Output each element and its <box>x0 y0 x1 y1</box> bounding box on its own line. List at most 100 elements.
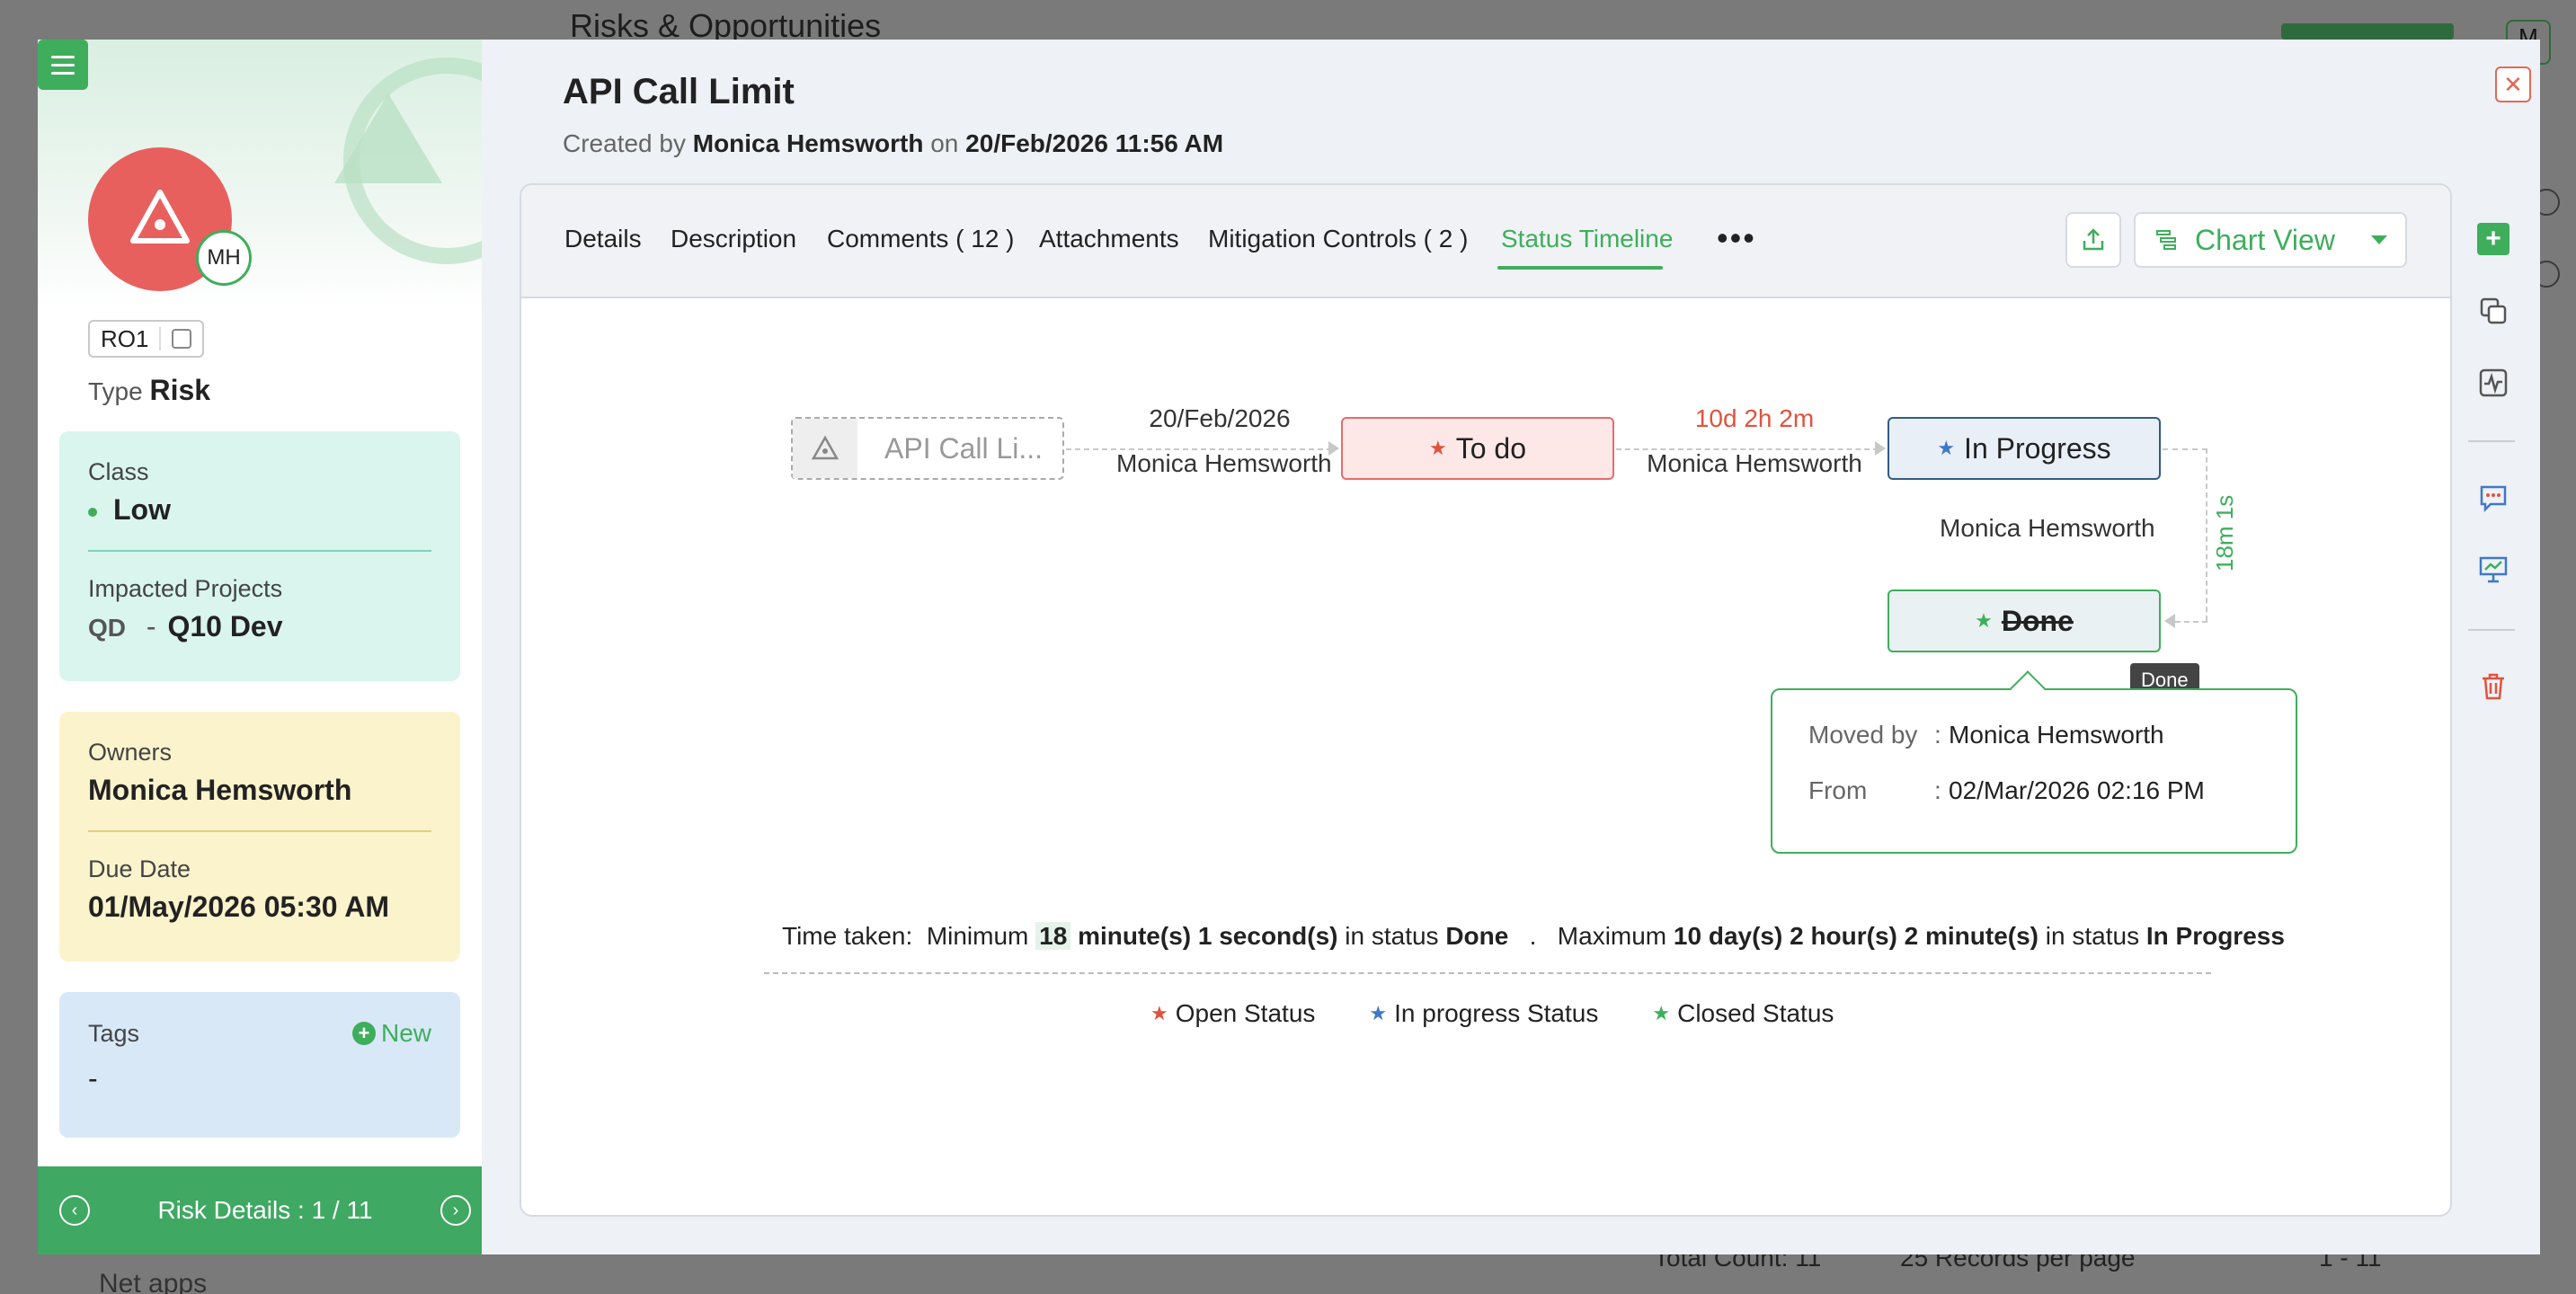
from-row: From : 02/Mar/2026 02:16 PM <box>1808 776 2260 805</box>
comments-button[interactable] <box>2477 482 2509 514</box>
edge-duration: 10d 2h 2m <box>1694 404 1815 432</box>
risk-id-chip: RO1 <box>88 320 205 358</box>
colon: : <box>1934 776 1941 804</box>
presentation-button[interactable] <box>2477 554 2509 586</box>
in-progress-status-star-icon: ★ <box>1937 437 1956 459</box>
legend-open-label: Open Status <box>1175 999 1316 1027</box>
risk-title: API Call Limit <box>563 72 795 111</box>
edge-user: Monica Hemsworth <box>1940 514 2155 542</box>
clone-button[interactable] <box>2477 295 2509 327</box>
activity-button[interactable] <box>2477 367 2509 399</box>
impacted-projects-label: Impacted Projects <box>88 575 283 602</box>
edge-line <box>2206 448 2207 621</box>
gantt-icon <box>2156 230 2176 250</box>
status-node-todo[interactable]: ★ To do <box>1341 417 1614 480</box>
decorative-risk-icon <box>334 93 442 183</box>
tab-mitigation-controls[interactable]: Mitigation Controls ( 2 ) <box>1208 225 1468 253</box>
legend-closed: ★ Closed Status <box>1652 999 1834 1028</box>
in-progress-label: In Progress <box>1964 431 2111 465</box>
class-value: Low <box>113 493 171 526</box>
legend-in-progress-label: In progress Status <box>1394 999 1599 1027</box>
edge-date: 20/Feb/2026 <box>1149 404 1291 432</box>
class-value-row: Low <box>88 493 431 527</box>
risk-id: RO1 <box>101 324 149 352</box>
in-progress-status-star-icon: ★ <box>1369 1002 1388 1024</box>
class-dot-icon <box>88 507 97 517</box>
tab-description[interactable]: Description <box>671 225 796 253</box>
owners-value: Monica Hemsworth <box>88 774 352 806</box>
summary-min-word: Minimum <box>926 922 1029 950</box>
created-on-word: on <box>930 129 959 157</box>
add-tag-button[interactable]: + New <box>351 1019 431 1048</box>
type-value: Risk <box>149 374 211 406</box>
next-record-button[interactable]: › <box>440 1195 471 1226</box>
owner-initials-badge: MH <box>196 230 252 286</box>
moved-by-value: Monica Hemsworth <box>1949 721 2164 749</box>
close-button[interactable]: ✕ <box>2495 66 2531 102</box>
summary-max-status: In Progress <box>2145 922 2285 950</box>
from-value: 02/Mar/2026 02:16 PM <box>1949 776 2205 804</box>
open-status-star-icon: ★ <box>1428 437 1447 459</box>
tags-header: Tags + New <box>88 1019 431 1048</box>
menu-toggle-button[interactable] <box>38 40 88 90</box>
arrow-left-icon <box>2164 614 2175 628</box>
timeline-start-node[interactable]: API Call Li... <box>791 417 1064 480</box>
project-name[interactable]: Q10 Dev <box>167 610 282 643</box>
edge-user: Monica Hemsworth <box>1116 449 1332 477</box>
todo-label: To do <box>1455 431 1526 465</box>
status-legend: ★ Open Status ★ In progress Status ★ Clo… <box>1150 999 1834 1028</box>
type-label: Type <box>88 377 143 405</box>
from-label: From <box>1808 776 1868 804</box>
impacted-project: QD - Q10 Dev <box>88 610 431 643</box>
copy-icon[interactable] <box>172 329 192 349</box>
project-code: QD <box>88 614 126 642</box>
toolbar-divider <box>2468 629 2515 631</box>
created-by-line: Created by Monica Hemsworth on 20/Feb/20… <box>563 129 1223 158</box>
tab-attachments[interactable]: Attachments <box>1039 225 1179 253</box>
class-card: Class Low Impacted Projects QD - Q10 Dev <box>59 431 460 681</box>
edge-line <box>2163 448 2207 450</box>
tab-comments[interactable]: Comments ( 12 ) <box>827 225 1015 253</box>
arrow-right-icon <box>1875 441 1886 456</box>
closed-status-star-icon: ★ <box>1652 1002 1671 1024</box>
tags-card: Tags + New - <box>59 992 460 1138</box>
colon: : <box>1934 721 1941 749</box>
tags-value: - <box>88 1062 98 1095</box>
comment-icon <box>2480 485 2507 513</box>
export-button[interactable] <box>2065 212 2121 268</box>
risk-pager: ‹ Risk Details : 1 / 11 › <box>38 1166 482 1254</box>
add-tag-label: New <box>380 1019 431 1047</box>
more-tabs-button[interactable]: ••• <box>1717 219 1756 257</box>
prev-record-button[interactable]: ‹ <box>59 1195 90 1226</box>
add-button[interactable]: + <box>2477 223 2509 255</box>
bg-net-apps: Net apps <box>99 1269 208 1294</box>
risk-icon <box>793 419 857 478</box>
active-tab-indicator <box>1497 266 1663 270</box>
toolbar-divider <box>2468 440 2515 442</box>
hamburger-icon <box>51 55 75 58</box>
closed-status-star-icon: ★ <box>1975 609 1993 632</box>
project-sep: - <box>146 610 156 643</box>
summary-max-word: Maximum <box>1557 922 1667 950</box>
done-label: Done <box>2001 604 2074 637</box>
summary-prefix: Time taken: <box>782 922 913 950</box>
risk-icon <box>130 190 190 244</box>
class-label: Class <box>88 458 149 485</box>
chart-view-dropdown[interactable]: Chart View <box>2134 212 2407 268</box>
risk-pager-label: Risk Details : 1 / 11 <box>157 1196 373 1224</box>
summary-min-status: Done <box>1445 922 1509 950</box>
created-on-date: 20/Feb/2026 11:56 AM <box>965 129 1224 157</box>
risk-detail-modal: API Call Limit Created by Monica Hemswor… <box>482 40 2540 1254</box>
presentation-icon <box>2479 556 2508 583</box>
legend-closed-label: Closed Status <box>1677 999 1834 1027</box>
tab-status-timeline[interactable]: Status Timeline <box>1501 225 1673 253</box>
status-node-in-progress[interactable]: ★ In Progress <box>1888 417 2161 480</box>
owners-label: Owners <box>88 739 173 766</box>
summary-dot: . <box>1529 922 1537 950</box>
tab-details[interactable]: Details <box>564 225 642 253</box>
delete-button[interactable] <box>2477 670 2509 703</box>
status-node-done[interactable]: ★ Done <box>1888 589 2161 652</box>
tab-content-card: Details Description Comments ( 12 ) Atta… <box>520 183 2452 1217</box>
activity-icon <box>2479 368 2508 397</box>
clone-icon <box>2480 297 2507 324</box>
